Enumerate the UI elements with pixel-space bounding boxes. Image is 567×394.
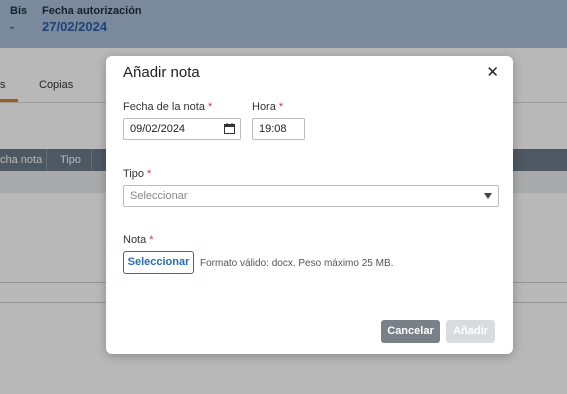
file-format-hint: Formato válido: docx. Peso máximo 25 MB. — [200, 258, 394, 269]
hora-label: Hora * — [252, 101, 283, 113]
add-note-dialog: Añadir nota ✕ Fecha de la nota * 09/02/20… — [106, 56, 513, 354]
required-mark: * — [278, 101, 284, 113]
fecha-nota-value: 09/02/2024 — [130, 123, 186, 135]
add-button[interactable]: Añadir — [446, 320, 495, 343]
required-mark: * — [149, 234, 154, 246]
select-file-button[interactable]: Seleccionar — [123, 251, 194, 274]
tipo-label: Tipo * — [123, 168, 151, 180]
tipo-label-text: Tipo — [123, 168, 144, 180]
nota-label: Nota * — [123, 234, 154, 246]
close-icon[interactable]: ✕ — [486, 65, 499, 80]
required-mark: * — [147, 168, 152, 180]
fecha-nota-input[interactable]: 09/02/2024 — [123, 118, 241, 140]
dialog-title: Añadir nota — [123, 64, 200, 81]
hora-input[interactable]: 19:08 — [252, 118, 305, 140]
hora-label-text: Hora — [252, 101, 276, 113]
calendar-icon[interactable] — [224, 123, 235, 134]
fecha-nota-label: Fecha de la nota * — [123, 101, 212, 113]
tipo-select[interactable]: Seleccionar — [123, 185, 499, 207]
cancel-button[interactable]: Cancelar — [381, 320, 440, 343]
fecha-nota-label-text: Fecha de la nota — [123, 101, 205, 113]
required-mark: * — [207, 101, 213, 113]
caret-down-icon — [484, 193, 492, 199]
nota-label-text: Nota — [123, 234, 147, 246]
hora-value: 19:08 — [259, 123, 287, 135]
tipo-placeholder: Seleccionar — [130, 190, 188, 202]
